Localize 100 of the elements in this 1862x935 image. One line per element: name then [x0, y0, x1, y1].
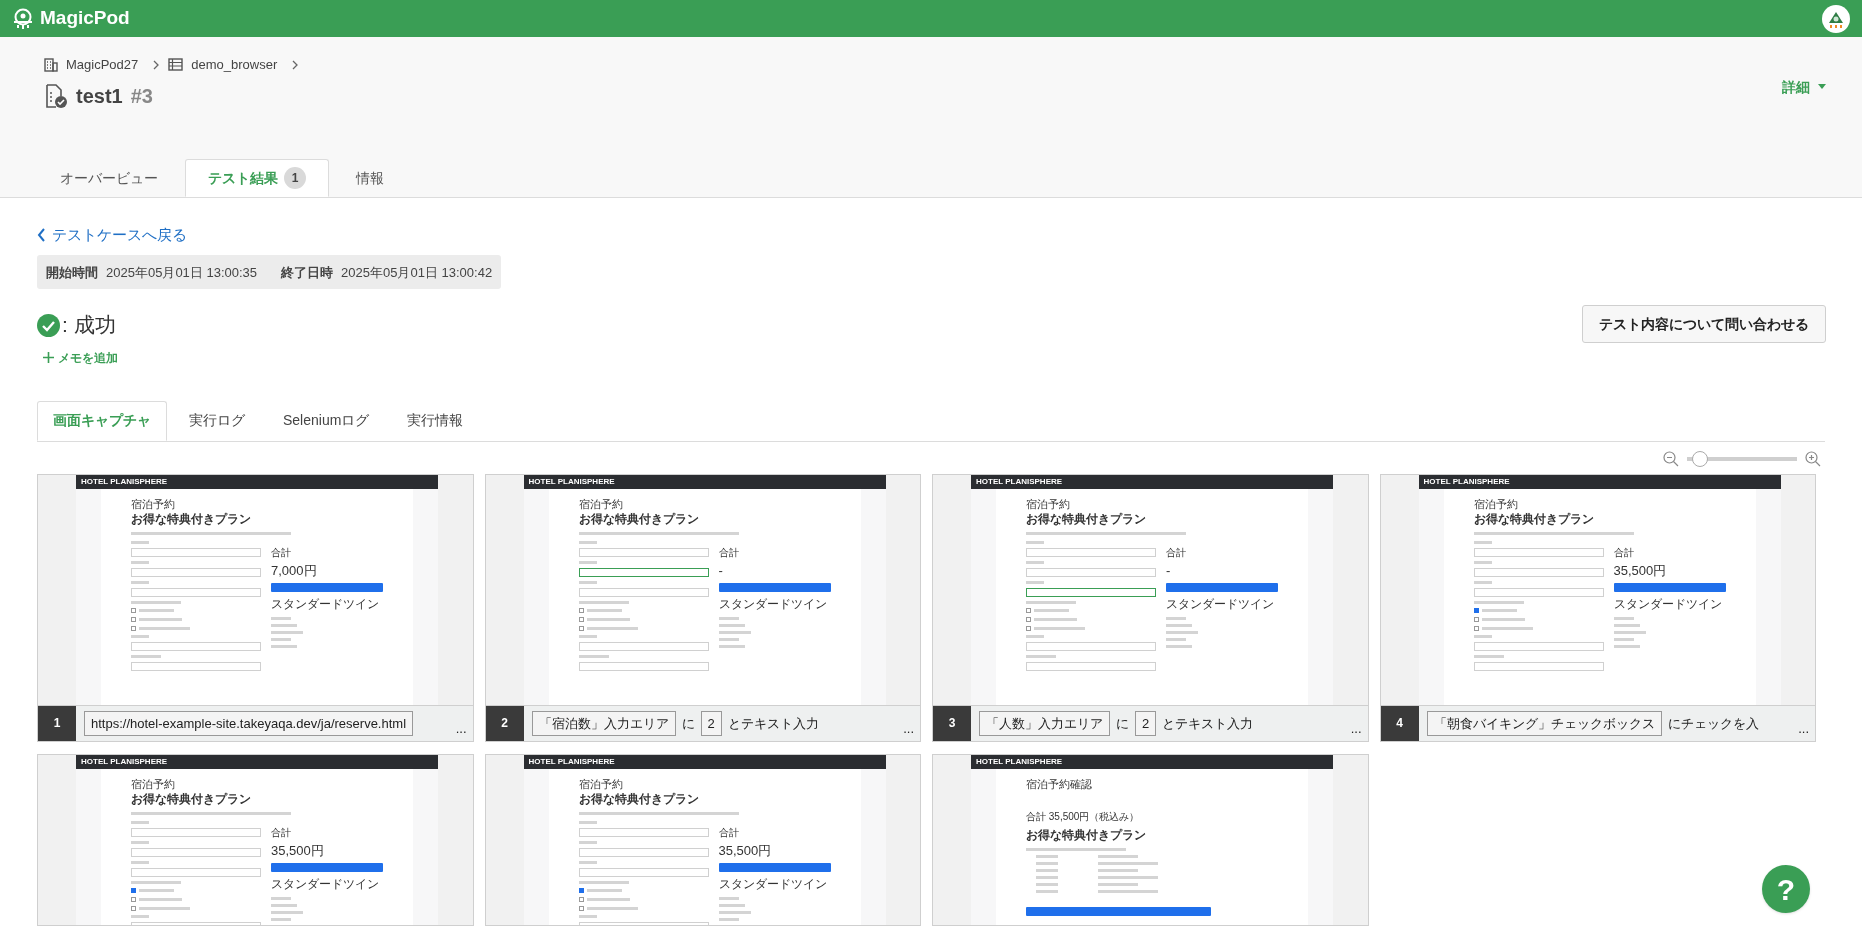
text-placeholder-line: [586, 626, 638, 630]
result-tab[interactable]: 実行ログ: [173, 400, 261, 441]
text-placeholder-line: [718, 623, 745, 627]
text-placeholder-line: [139, 906, 190, 910]
text-placeholder-line: [1026, 580, 1044, 584]
text-placeholder-line: [718, 644, 745, 648]
check-circle-icon: [37, 313, 60, 337]
text-placeholder-line: [271, 644, 297, 648]
page-tab[interactable]: テスト結果 1: [185, 159, 329, 197]
text-placeholder-line: [271, 917, 291, 921]
text-placeholder-line: [1036, 889, 1058, 893]
time-label: 終了日時: [281, 263, 334, 282]
add-memo-button[interactable]: メモを追加: [43, 348, 118, 367]
text-placeholder-line: [271, 637, 291, 641]
text-placeholder-line: [1098, 882, 1138, 886]
text-placeholder-line: [718, 637, 739, 641]
text-placeholder-line: [1098, 889, 1158, 893]
step-text: とテキスト入力: [727, 714, 819, 733]
more-indicator[interactable]: ...: [1350, 721, 1368, 741]
text-placeholder-line: [578, 560, 597, 564]
page-tab[interactable]: 情報: [333, 159, 407, 197]
site-plan-name: お得な特典付きプラン: [131, 791, 251, 807]
site-room-name: スタンダードツイン: [718, 875, 827, 893]
step-target-chip: 2: [1135, 710, 1157, 736]
user-avatar[interactable]: [1822, 4, 1850, 33]
text-placeholder-line: [718, 630, 751, 634]
caret-down-icon: [1818, 84, 1826, 90]
text-placeholder-line: [1473, 560, 1492, 564]
step-number: 3: [933, 705, 971, 741]
text-placeholder-line: [718, 903, 745, 907]
text-placeholder-line: [1026, 600, 1076, 604]
text-placeholder-line: [131, 860, 149, 864]
text-placeholder-line: [1026, 560, 1044, 564]
text-placeholder-line: [578, 860, 597, 864]
building-icon: [44, 57, 58, 72]
more-indicator[interactable]: ...: [903, 721, 920, 741]
text-placeholder-line: [586, 617, 630, 621]
text-placeholder-line: [1613, 616, 1634, 620]
breadcrumb-link[interactable]: MagicPod27: [66, 55, 139, 75]
capture-card[interactable]: HOTEL PLANISPHERE 宿泊予約 お得な特典付きプラン 合計 7,000円 スタンダードツイン 1 https://hotel-example-site.takeyaqa.dev/ja/reserve.html ...: [37, 473, 474, 742]
site-room-name: スタンダードツイン: [718, 595, 827, 613]
text-placeholder-line: [578, 840, 597, 844]
site-header: HOTEL PLANISPHERE: [76, 754, 438, 769]
site-room-name: スタンダードツイン: [1166, 595, 1274, 613]
step-text: にチェックを入: [1667, 714, 1759, 733]
text-placeholder-line: [139, 617, 182, 621]
plus-icon: [43, 352, 54, 364]
table-icon: [168, 58, 184, 72]
text-placeholder-line: [578, 580, 597, 584]
capture-card[interactable]: HOTEL PLANISPHERE 宿泊予約 お得な特典付きプラン 合計 35,500円 スタンダードツイン: [37, 753, 474, 926]
text-placeholder-line: [718, 616, 739, 620]
capture-card[interactable]: HOTEL PLANISPHERE 宿泊予約確認 合計 35,500円（税込み） お得な特典付きプラン: [932, 753, 1369, 926]
text-placeholder-line: [1034, 608, 1069, 612]
text-placeholder-line: [131, 560, 149, 564]
more-indicator[interactable]: ...: [455, 721, 473, 741]
text-placeholder-line: [1166, 630, 1198, 634]
capture-card[interactable]: HOTEL PLANISPHERE 宿泊予約 お得な特典付きプラン 合計 - スタンダードツイン 3 「人数」入力エリア に 2 とテキスト入力 ...: [932, 473, 1369, 742]
back-link[interactable]: テストケースへ戻る: [37, 224, 187, 247]
text-placeholder-line: [131, 600, 181, 604]
run-number: #3: [130, 83, 153, 109]
site-plan-name: お得な特典付きプラン: [578, 791, 699, 807]
step-text: に: [1116, 714, 1129, 733]
contact-button[interactable]: テスト内容について問い合わせる: [1582, 305, 1826, 344]
text-placeholder-line: [718, 917, 739, 921]
site-header: HOTEL PLANISPHERE: [971, 754, 1333, 769]
capture-card[interactable]: HOTEL PLANISPHERE 宿泊予約 お得な特典付きプラン 合計 35,500円 スタンダードツイン: [484, 753, 921, 926]
text-placeholder-line: [1098, 875, 1158, 879]
result-tab[interactable]: Seleniumログ: [267, 400, 386, 441]
text-placeholder-line: [271, 910, 303, 914]
text-placeholder-line: [578, 600, 629, 604]
chevron-right-icon: [152, 59, 161, 70]
site-title: 宿泊予約: [131, 776, 176, 791]
text-placeholder-line: [1026, 634, 1044, 638]
breadcrumb-link[interactable]: demo_browser: [191, 55, 278, 75]
site-header: HOTEL PLANISPHERE: [76, 474, 438, 489]
page-tab[interactable]: オーバービュー: [37, 159, 181, 197]
text-placeholder-line: [131, 840, 149, 844]
capture-card[interactable]: HOTEL PLANISPHERE 宿泊予約 お得な特典付きプラン 合計 - スタンダードツイン 2 「宿泊数」入力エリア に 2 とテキスト入力 ...: [484, 473, 921, 742]
text-placeholder-line: [271, 630, 303, 634]
site-plan-name: お得な特典付きプラン: [1026, 511, 1146, 527]
step-number: 1: [38, 705, 76, 741]
site-room-name: スタンダードツイン: [271, 595, 379, 613]
text-placeholder-line: [131, 540, 149, 544]
result-tab[interactable]: 実行情報: [391, 400, 480, 441]
result-status: : 成功: [62, 312, 116, 339]
text-placeholder-line: [1026, 540, 1044, 544]
site-total: 35,500円: [271, 842, 325, 859]
text-placeholder-line: [578, 634, 597, 638]
text-placeholder-line: [1036, 854, 1058, 858]
chevron-left-icon: [37, 228, 46, 243]
text-placeholder-line: [1098, 868, 1138, 872]
text-placeholder-line: [1034, 626, 1085, 630]
site-plan-name: お得な特典付きプラン: [578, 511, 699, 527]
text-placeholder-line: [271, 896, 291, 900]
capture-card[interactable]: HOTEL PLANISPHERE 宿泊予約 お得な特典付きプラン 合計 35,500円 スタンダードツイン 4 「朝食バイキング」チェックボックス にチェックを入 ...: [1379, 473, 1816, 742]
text-placeholder-line: [578, 880, 629, 884]
more-indicator[interactable]: ...: [1798, 721, 1815, 741]
text-placeholder-line: [1613, 630, 1646, 634]
slider-thumb[interactable]: [1692, 450, 1709, 467]
text-placeholder-line: [131, 914, 149, 918]
